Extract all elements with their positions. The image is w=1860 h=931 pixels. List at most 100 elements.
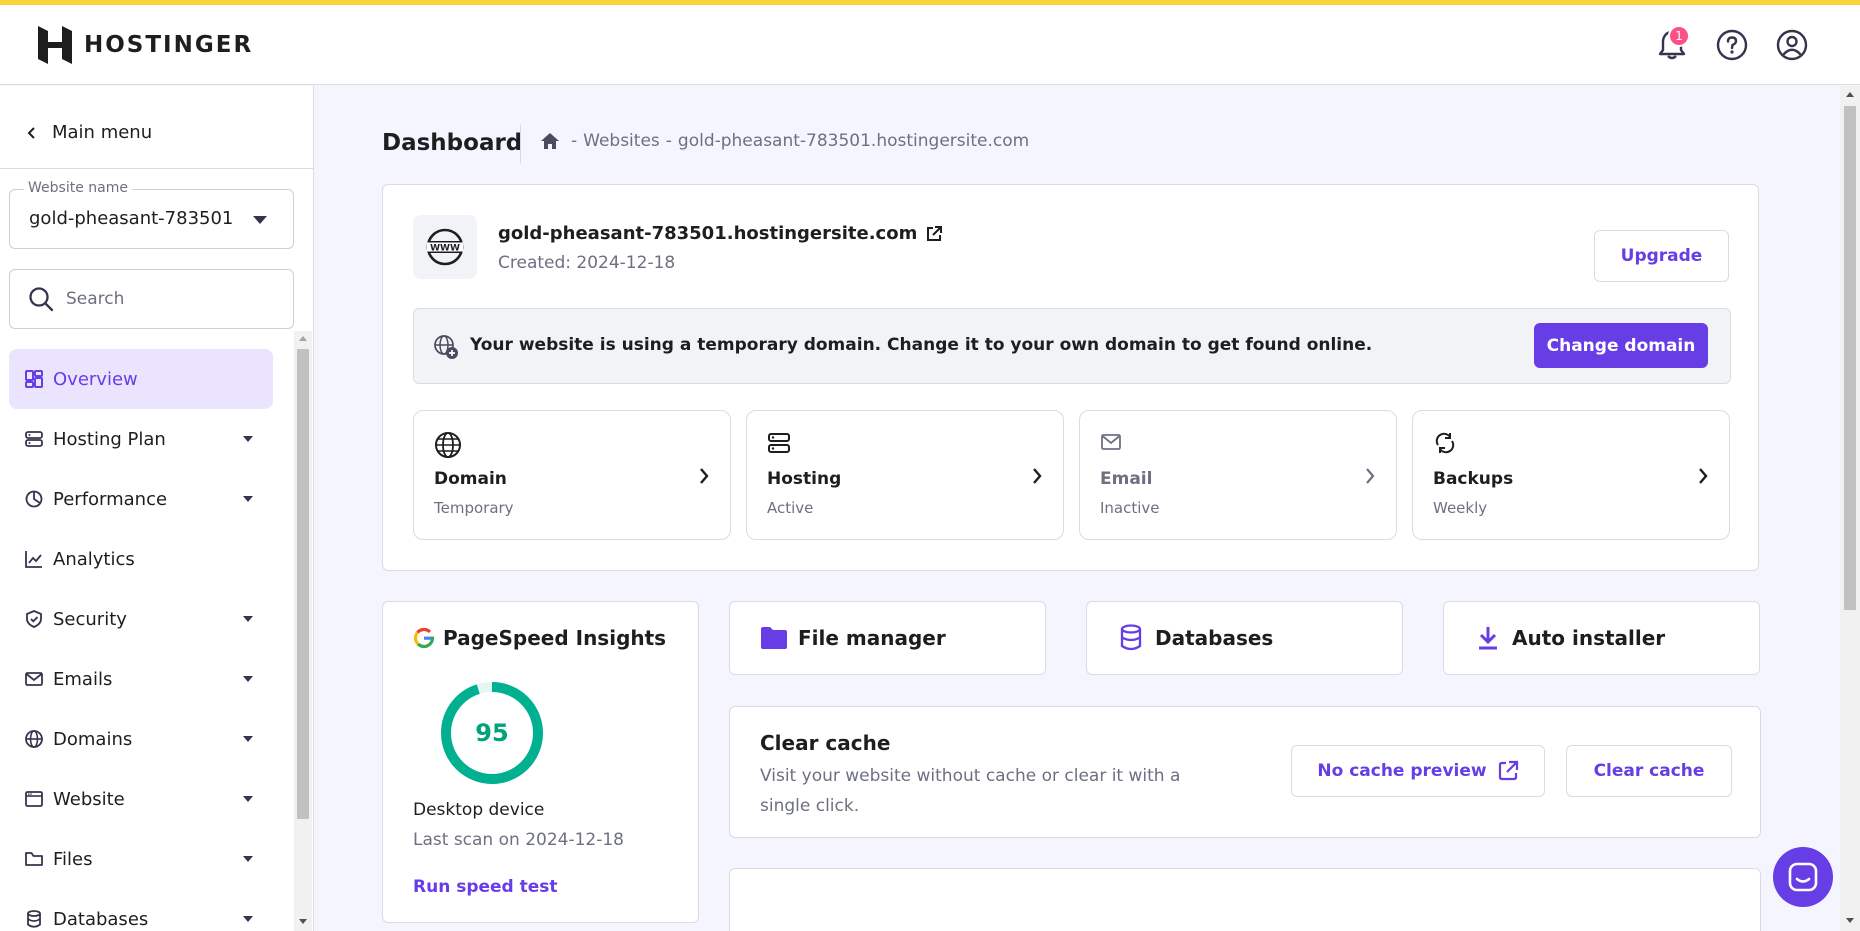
scroll-up-arrow-icon[interactable] [1846,92,1854,97]
main-menu-label: Main menu [52,122,153,143]
notification-badge: 1 [1668,25,1690,47]
sidebar-item-label: Analytics [53,548,135,570]
sidebar-item-databases[interactable]: Databases [9,889,273,931]
www-icon: WWW [413,215,477,279]
next-card [729,868,1761,931]
site-domain: gold-pheasant-783501.hostingersite.com [498,223,918,244]
no-cache-preview-label: No cache preview [1317,761,1487,781]
sidebar-item-label: Security [53,608,127,630]
main-scrollbar[interactable] [1840,86,1860,931]
search-input[interactable] [66,289,266,309]
sidebar-item-analytics[interactable]: Analytics [9,529,273,589]
clear-cache-button[interactable]: Clear cache [1566,745,1732,797]
no-cache-preview-button[interactable]: No cache preview [1291,745,1545,797]
scroll-down-arrow-icon[interactable] [299,919,307,924]
sidebar-nav: Overview Hosting Plan Performance Analyt… [9,349,273,931]
sidebar-item-security[interactable]: Security [9,589,273,649]
pagespeed-title: PageSpeed Insights [413,626,666,650]
top-header: HOSTINGER 1 [0,5,1860,85]
tile-title: Hosting [767,469,842,489]
search-icon [29,287,54,312]
sidebar: Main menu Website name gold-pheasant-783… [0,86,314,931]
banner-text: Your website is using a temporary domain… [470,335,1373,355]
file-manager-button[interactable]: File manager [729,601,1046,675]
tile-status: Inactive [1100,499,1160,517]
main-menu-link[interactable]: Main menu [26,122,152,143]
breadcrumb-current: gold-pheasant-783501.hostingersite.com [677,131,1030,151]
auto-installer-button[interactable]: Auto installer [1443,601,1760,675]
folder-icon [23,848,45,870]
upgrade-button[interactable]: Upgrade [1594,230,1729,282]
account-icon [1776,29,1808,61]
folder-icon [760,624,788,652]
globe-icon [435,432,461,458]
tile-hosting[interactable]: Hosting Active [746,410,1064,540]
sidebar-item-overview[interactable]: Overview [9,349,273,409]
chevron-right-icon [1033,468,1042,484]
change-domain-button[interactable]: Change domain [1534,323,1708,368]
trend-icon [23,548,45,570]
help-icon [1716,29,1748,61]
logo-text: HOSTINGER [84,32,254,58]
mail-icon [1101,434,1121,450]
breadcrumb-separator: - [665,131,672,151]
cache-title: Clear cache [760,731,891,755]
main-scroll-thumb[interactable] [1844,106,1856,610]
sidebar-scrollbar[interactable] [294,331,312,931]
sidebar-item-label: Overview [53,368,138,390]
caret-down-icon [243,436,253,442]
tile-domain[interactable]: Domain Temporary [413,410,731,540]
sidebar-scroll-thumb[interactable] [297,349,309,819]
caret-down-icon [243,916,253,922]
site-domain-link[interactable]: gold-pheasant-783501.hostingersite.com [498,223,943,244]
breadcrumb-websites[interactable]: Websites [583,131,660,151]
tile-status: Temporary [434,499,514,517]
sidebar-item-website[interactable]: Website [9,769,273,829]
score-value: 95 [475,719,509,747]
notifications-button[interactable]: 1 [1654,25,1690,63]
sidebar-item-label: Performance [53,488,168,510]
mail-icon [23,668,45,690]
sidebar-item-domains[interactable]: Domains [9,709,273,769]
caret-down-icon [243,616,253,622]
external-link-icon [927,225,943,241]
scroll-down-arrow-icon[interactable] [1846,918,1854,923]
caret-down-icon [243,676,253,682]
hostinger-logo[interactable]: HOSTINGER [38,26,253,64]
page-title: Dashboard [382,130,523,156]
chevron-right-icon [700,468,709,484]
window-icon [23,788,45,810]
scroll-up-arrow-icon[interactable] [299,336,307,341]
sidebar-item-performance[interactable]: Performance [9,469,273,529]
sidebar-item-label: Databases [53,908,149,930]
site-status-tiles: Domain Temporary Hosting Active Email In… [413,410,1731,540]
website-name-select[interactable]: Website name gold-pheasant-783501.hostin… [9,180,294,249]
pagespeed-title-text: PageSpeed Insights [443,626,667,650]
home-icon[interactable] [539,131,561,151]
sidebar-item-files[interactable]: Files [9,829,273,889]
globe-icon [23,728,45,750]
databases-button[interactable]: Databases [1086,601,1403,675]
tile-email[interactable]: Email Inactive [1079,410,1397,540]
sidebar-item-hosting-plan[interactable]: Hosting Plan [9,409,273,469]
tile-backups[interactable]: Backups Weekly [1412,410,1730,540]
sidebar-item-label: Domains [53,728,133,750]
chevron-left-icon [27,126,35,139]
website-name-value: gold-pheasant-783501.hostingersite.com [29,208,234,229]
sidebar-item-emails[interactable]: Emails [9,649,273,709]
tile-title: Backups [1433,469,1514,489]
chat-button[interactable] [1773,847,1833,907]
account-button[interactable] [1774,27,1810,63]
database-icon [1117,624,1145,652]
sidebar-search[interactable] [9,269,294,329]
tile-title: Email [1100,469,1153,489]
server-icon [768,433,790,453]
chevron-right-icon [1699,468,1708,484]
run-speed-test-link[interactable]: Run speed test [413,877,558,897]
svg-text:WWW: WWW [430,244,460,254]
sidebar-divider [0,168,314,169]
website-card: WWW gold-pheasant-783501.hostingersite.c… [382,184,1759,571]
caret-down-icon [243,496,253,502]
tile-title: Domain [434,469,507,489]
help-button[interactable] [1714,27,1750,63]
